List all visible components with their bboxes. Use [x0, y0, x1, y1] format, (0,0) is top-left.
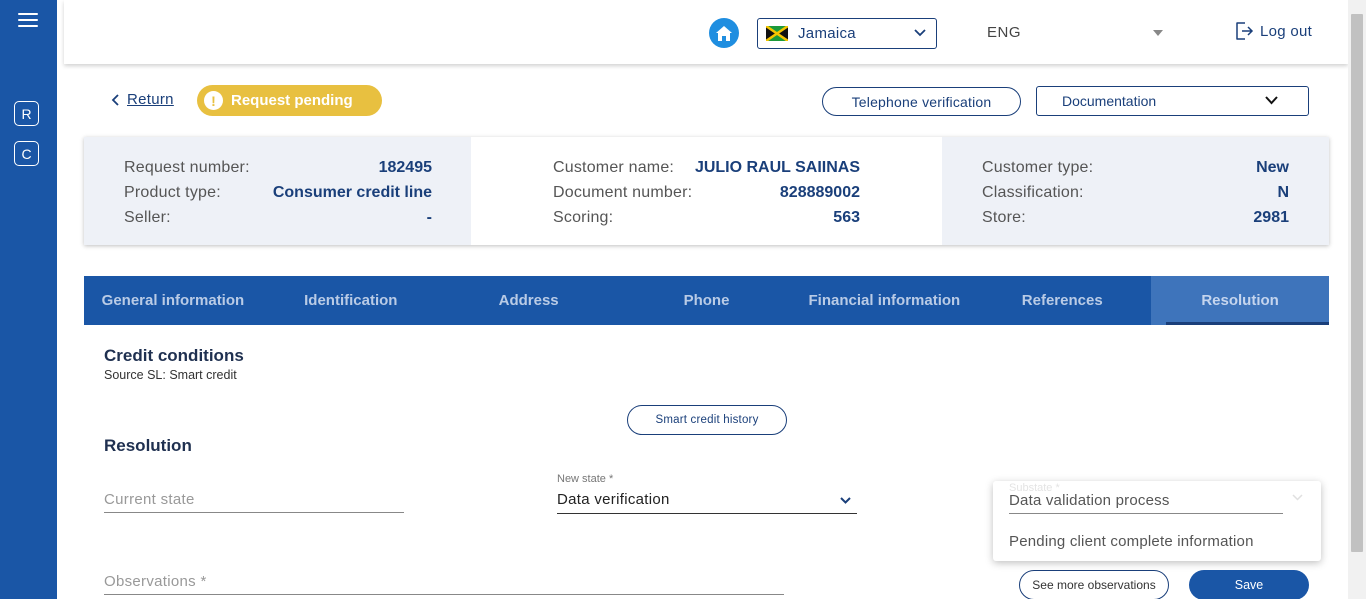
- current-state-placeholder: Current state: [104, 491, 195, 508]
- chevron-down-icon: [1292, 494, 1303, 501]
- status-badge: ! Request pending: [197, 85, 382, 116]
- page-scrollbar[interactable]: [1348, 0, 1366, 599]
- field-underline: [104, 594, 784, 595]
- caret-down-icon[interactable]: [1153, 30, 1163, 36]
- document-number-value: 828889002: [779, 184, 860, 201]
- new-state-value: Data verification: [557, 491, 670, 508]
- resolution-title: Resolution: [104, 436, 192, 455]
- language-select[interactable]: ENG: [987, 24, 1021, 41]
- home-icon[interactable]: [709, 18, 739, 48]
- credit-conditions-title: Credit conditions: [104, 346, 244, 365]
- telephone-verification-button[interactable]: Telephone verification: [822, 87, 1021, 116]
- new-state-select[interactable]: New state * Data verification: [557, 473, 857, 515]
- jamaica-flag-icon: [766, 26, 788, 41]
- sidebar: R C: [0, 0, 57, 599]
- classification-value: N: [1277, 184, 1289, 201]
- country-name: Jamaica: [798, 25, 856, 42]
- documentation-label: Documentation: [1062, 93, 1157, 109]
- customer-name-label: Customer name:: [553, 159, 675, 176]
- substate-option[interactable]: Data validation process: [1009, 492, 1170, 509]
- document-number-label: Document number:: [553, 184, 693, 201]
- documentation-select[interactable]: Documentation: [1036, 86, 1309, 116]
- tab-phone[interactable]: Phone: [618, 276, 796, 325]
- smart-credit-history-button[interactable]: Smart credit history: [627, 405, 787, 435]
- substate-dropdown[interactable]: Substate * Data validation process Pendi…: [993, 481, 1321, 561]
- source-text: Source SL: Smart credit: [104, 368, 237, 382]
- tab-references[interactable]: References: [973, 276, 1151, 325]
- dropdown-divider: [1009, 513, 1283, 514]
- chevron-down-icon: [914, 29, 926, 37]
- tab-general-information[interactable]: General information: [84, 276, 262, 325]
- current-state-field[interactable]: Current state: [104, 490, 404, 514]
- classification-label: Classification:: [982, 184, 1084, 201]
- customer-name-value: JULIO RAUL SAIINAS: [694, 159, 860, 176]
- logout-icon: [1236, 22, 1254, 40]
- scoring-value: 563: [833, 209, 860, 226]
- info-column-classification: Customer type: New Classification: N Sto…: [942, 137, 1329, 245]
- sidebar-item-c[interactable]: C: [14, 141, 39, 166]
- substate-option[interactable]: Pending client complete information: [1009, 533, 1254, 550]
- customer-type-value: New: [1256, 159, 1289, 176]
- country-select[interactable]: Jamaica: [757, 18, 937, 49]
- tab-financial-information[interactable]: Financial information: [795, 276, 973, 325]
- see-more-observations-button[interactable]: See more observations: [1019, 570, 1169, 599]
- chevron-down-icon: [840, 497, 851, 504]
- observations-field[interactable]: Observations *: [104, 572, 784, 596]
- status-badge-label: Request pending: [231, 92, 353, 109]
- new-state-label: New state *: [557, 473, 614, 485]
- logout-button[interactable]: Log out: [1234, 21, 1312, 41]
- hamburger-menu-icon[interactable]: [18, 12, 38, 28]
- chevron-left-icon: [111, 93, 119, 106]
- tab-bar: General information Identification Addre…: [84, 276, 1330, 325]
- info-column-customer: Customer name: JULIO RAUL SAIINAS Docume…: [471, 137, 942, 245]
- return-label: Return: [127, 91, 174, 108]
- observations-placeholder: Observations *: [104, 573, 207, 590]
- seller-label: Seller:: [124, 209, 171, 226]
- request-number-label: Request number:: [124, 159, 250, 176]
- sidebar-item-r[interactable]: R: [14, 101, 39, 126]
- top-header: Jamaica ENG Log out: [64, 0, 1348, 64]
- seller-value: -: [426, 209, 432, 226]
- product-type-value: Consumer credit line: [272, 184, 432, 201]
- tab-identification[interactable]: Identification: [262, 276, 440, 325]
- request-number-value: 182495: [378, 159, 432, 176]
- scoring-label: Scoring:: [553, 209, 614, 226]
- store-label: Store:: [982, 209, 1026, 226]
- info-column-request: Request number: 182495 Product type: Con…: [84, 137, 471, 245]
- field-underline: [557, 513, 857, 514]
- exclamation-icon: !: [204, 91, 223, 110]
- customer-type-label: Customer type:: [982, 159, 1094, 176]
- tab-resolution[interactable]: Resolution: [1151, 276, 1330, 325]
- chevron-down-icon: [1265, 96, 1278, 105]
- logout-label: Log out: [1260, 22, 1313, 40]
- product-type-label: Product type:: [124, 184, 221, 201]
- field-underline: [104, 512, 404, 513]
- scrollbar-thumb[interactable]: [1351, 14, 1363, 552]
- save-button[interactable]: Save: [1189, 570, 1309, 599]
- request-info-card: Request number: 182495 Product type: Con…: [84, 137, 1329, 245]
- return-link[interactable]: Return: [111, 91, 174, 108]
- tab-address[interactable]: Address: [440, 276, 618, 325]
- store-value: 2981: [1253, 209, 1289, 226]
